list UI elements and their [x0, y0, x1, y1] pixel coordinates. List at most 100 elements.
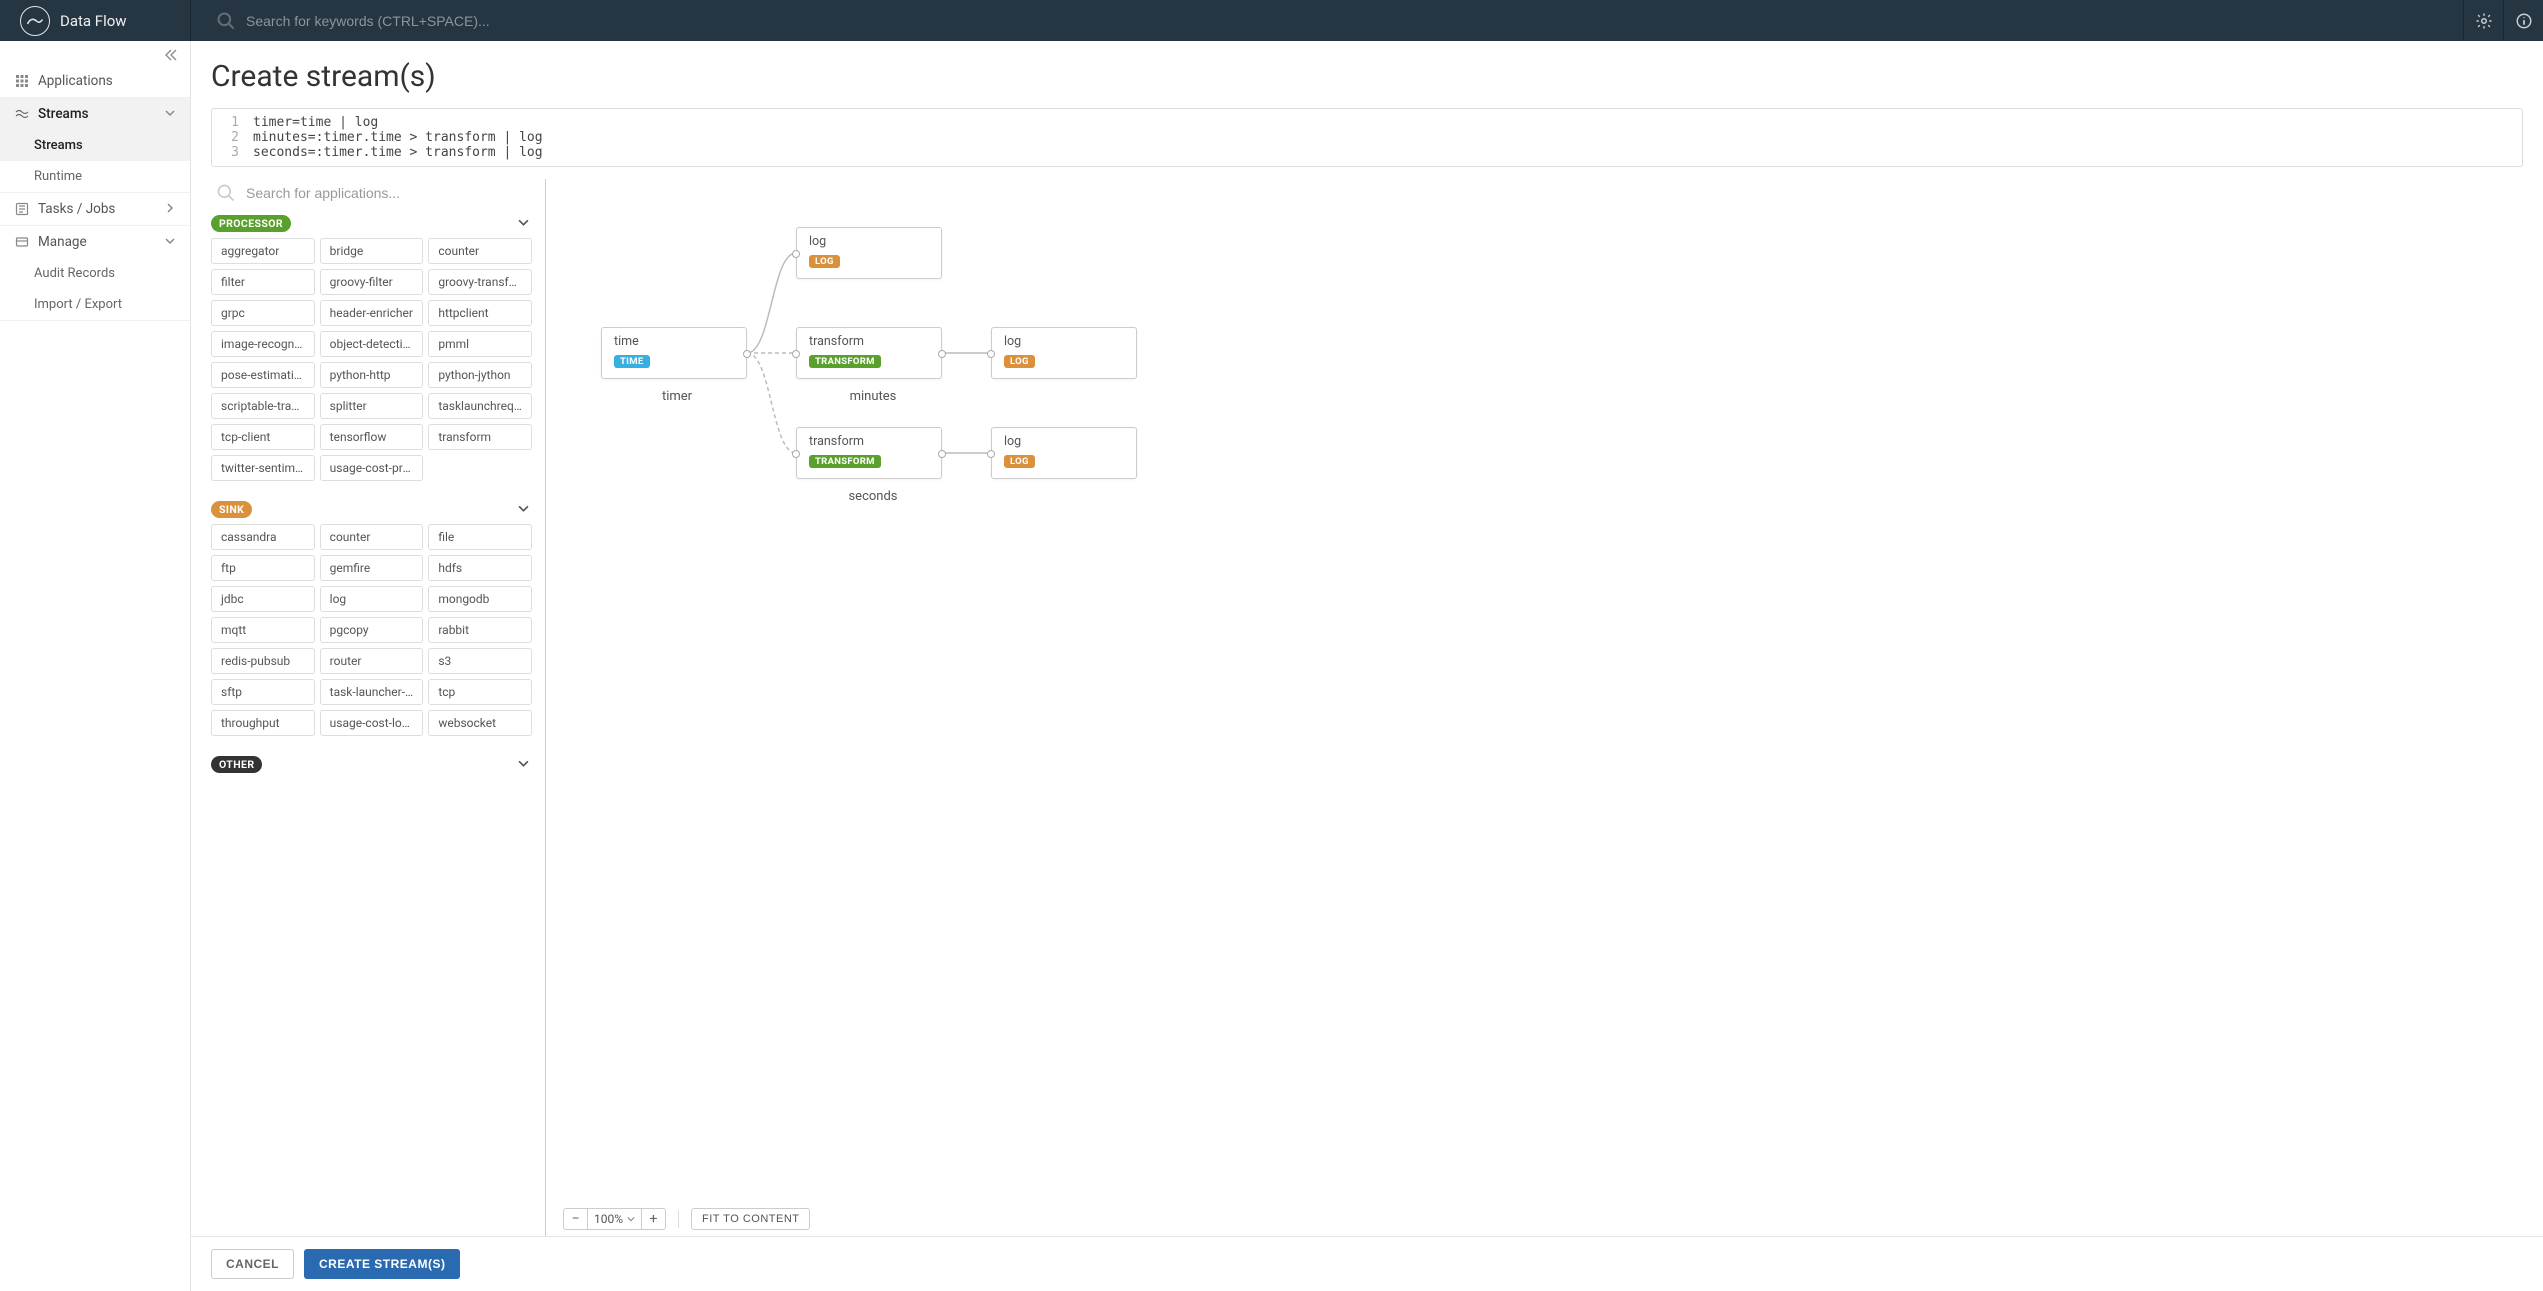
- palette-app-chip[interactable]: ftp: [211, 555, 315, 581]
- plus-icon: +: [650, 1211, 658, 1227]
- zoom-out-button[interactable]: −: [563, 1208, 587, 1230]
- sidebar-item-streams-streams[interactable]: Streams: [0, 130, 190, 161]
- sidebar-item-audit-records[interactable]: Audit Records: [0, 258, 190, 289]
- node-input-port[interactable]: [792, 450, 800, 458]
- sidebar-collapse-button[interactable]: [0, 41, 190, 65]
- tasks-icon: [15, 202, 29, 216]
- palette-app-chip[interactable]: task-launcher-dataflow: [320, 679, 424, 705]
- palette-app-chip[interactable]: gemfire: [320, 555, 424, 581]
- palette-app-chip[interactable]: tcp: [428, 679, 532, 705]
- palette-group-header[interactable]: OTHER: [211, 754, 535, 779]
- group-tag: SINK: [211, 501, 252, 518]
- palette-app-chip[interactable]: grpc: [211, 300, 315, 326]
- sidebar-item-manage[interactable]: Manage: [0, 226, 190, 258]
- chevron-down-icon: [518, 216, 529, 232]
- sidebar-item-import-export[interactable]: Import / Export: [0, 289, 190, 320]
- palette-app-chip[interactable]: transform: [428, 424, 532, 450]
- node-log-mid[interactable]: log LOG: [991, 327, 1137, 379]
- palette-app-chip[interactable]: httpclient: [428, 300, 532, 326]
- palette-app-chip[interactable]: filter: [211, 269, 315, 295]
- sidebar-item-streams-runtime[interactable]: Runtime: [0, 161, 190, 192]
- node-input-port[interactable]: [987, 450, 995, 458]
- node-timer[interactable]: time TIME: [601, 327, 747, 379]
- fit-to-content-button[interactable]: FIT TO CONTENT: [691, 1208, 810, 1230]
- palette-app-chip[interactable]: groovy-transform: [428, 269, 532, 295]
- palette-app-chip[interactable]: mongodb: [428, 586, 532, 612]
- palette-app-chip[interactable]: pgcopy: [320, 617, 424, 643]
- node-transform-mid[interactable]: transform TRANSFORM: [796, 327, 942, 379]
- palette-app-chip[interactable]: file: [428, 524, 532, 550]
- palette-app-chip[interactable]: websocket: [428, 710, 532, 736]
- palette-app-chip[interactable]: aggregator: [211, 238, 315, 264]
- app-logo-icon: [20, 6, 50, 36]
- palette-group-header[interactable]: PROCESSOR: [211, 213, 535, 238]
- palette-app-chip[interactable]: hdfs: [428, 555, 532, 581]
- palette-app-chip[interactable]: image-recognition: [211, 331, 315, 357]
- palette-app-chip[interactable]: header-enricher: [320, 300, 424, 326]
- editor-line[interactable]: 1timer=time | log: [212, 115, 2522, 130]
- minus-icon: −: [571, 1211, 579, 1227]
- palette-app-chip[interactable]: log: [320, 586, 424, 612]
- cancel-button[interactable]: CANCEL: [211, 1249, 294, 1279]
- zoom-level-select[interactable]: 100%: [587, 1208, 642, 1230]
- global-search[interactable]: [191, 11, 2463, 31]
- palette-app-chip[interactable]: sftp: [211, 679, 315, 705]
- node-log-top[interactable]: log LOG: [796, 227, 942, 279]
- palette-app-chip[interactable]: cassandra: [211, 524, 315, 550]
- palette-app-chip[interactable]: redis-pubsub: [211, 648, 315, 674]
- node-output-port[interactable]: [938, 450, 946, 458]
- palette-app-chip[interactable]: router: [320, 648, 424, 674]
- footer-actions: CANCEL CREATE STREAM(S): [191, 1236, 2543, 1291]
- editor-line[interactable]: 3seconds=:timer.time > transform | log: [212, 145, 2522, 160]
- palette-app-chip[interactable]: python-jython: [428, 362, 532, 388]
- palette-group-header[interactable]: SINK: [211, 499, 535, 524]
- palette-app-chip[interactable]: s3: [428, 648, 532, 674]
- palette-app-chip[interactable]: jdbc: [211, 586, 315, 612]
- palette-app-chip[interactable]: usage-cost-processor: [320, 455, 424, 481]
- palette-app-chip[interactable]: usage-cost-logger: [320, 710, 424, 736]
- sidebar-item-applications[interactable]: Applications: [0, 65, 190, 97]
- node-log-bot[interactable]: log LOG: [991, 427, 1137, 479]
- settings-button[interactable]: [2463, 0, 2503, 41]
- node-input-port[interactable]: [987, 350, 995, 358]
- dsl-editor[interactable]: 1timer=time | log2minutes=:timer.time > …: [211, 108, 2523, 167]
- zoom-in-button[interactable]: +: [642, 1208, 666, 1230]
- sidebar-item-tasks-jobs[interactable]: Tasks / Jobs: [0, 193, 190, 225]
- node-input-port[interactable]: [792, 250, 800, 258]
- editor-line[interactable]: 2minutes=:timer.time > transform | log: [212, 130, 2522, 145]
- palette-app-chip[interactable]: object-detection: [320, 331, 424, 357]
- palette-app-chip[interactable]: pose-estimation: [211, 362, 315, 388]
- chevron-down-icon: [165, 106, 175, 122]
- palette-app-chip[interactable]: splitter: [320, 393, 424, 419]
- create-stream-button[interactable]: CREATE STREAM(S): [304, 1249, 460, 1279]
- palette-app-chip[interactable]: bridge: [320, 238, 424, 264]
- palette-app-chip[interactable]: groovy-filter: [320, 269, 424, 295]
- node-transform-bot[interactable]: transform TRANSFORM: [796, 427, 942, 479]
- palette-app-chip[interactable]: python-http: [320, 362, 424, 388]
- node-output-port[interactable]: [938, 350, 946, 358]
- palette-app-chip[interactable]: tasklaunchrequest: [428, 393, 532, 419]
- node-output-port[interactable]: [743, 350, 751, 358]
- palette-app-chip[interactable]: counter: [428, 238, 532, 264]
- palette-app-chip[interactable]: twitter-sentiment: [211, 455, 315, 481]
- flow-canvas[interactable]: time TIME log LOG transform TRANSFORM: [561, 179, 2523, 1202]
- palette-app-chip[interactable]: scriptable-transform: [211, 393, 315, 419]
- sidebar-item-streams[interactable]: Streams: [0, 98, 190, 130]
- global-search-input[interactable]: [246, 13, 646, 29]
- palette-app-chip[interactable]: pmml: [428, 331, 532, 357]
- chevron-right-icon: [165, 201, 175, 217]
- palette-search-input[interactable]: [246, 185, 533, 201]
- info-button[interactable]: [2503, 0, 2543, 41]
- palette-app-chip[interactable]: tensorflow: [320, 424, 424, 450]
- node-input-port[interactable]: [792, 350, 800, 358]
- line-number: 2: [212, 130, 247, 145]
- palette-app-chip[interactable]: rabbit: [428, 617, 532, 643]
- sidebar-item-label: Audit Records: [34, 266, 115, 281]
- sidebar-item-label: Manage: [38, 234, 87, 250]
- palette-search[interactable]: [211, 179, 545, 213]
- stream-label-timer: timer: [647, 389, 707, 404]
- palette-app-chip[interactable]: tcp-client: [211, 424, 315, 450]
- palette-app-chip[interactable]: throughput: [211, 710, 315, 736]
- palette-app-chip[interactable]: counter: [320, 524, 424, 550]
- palette-app-chip[interactable]: mqtt: [211, 617, 315, 643]
